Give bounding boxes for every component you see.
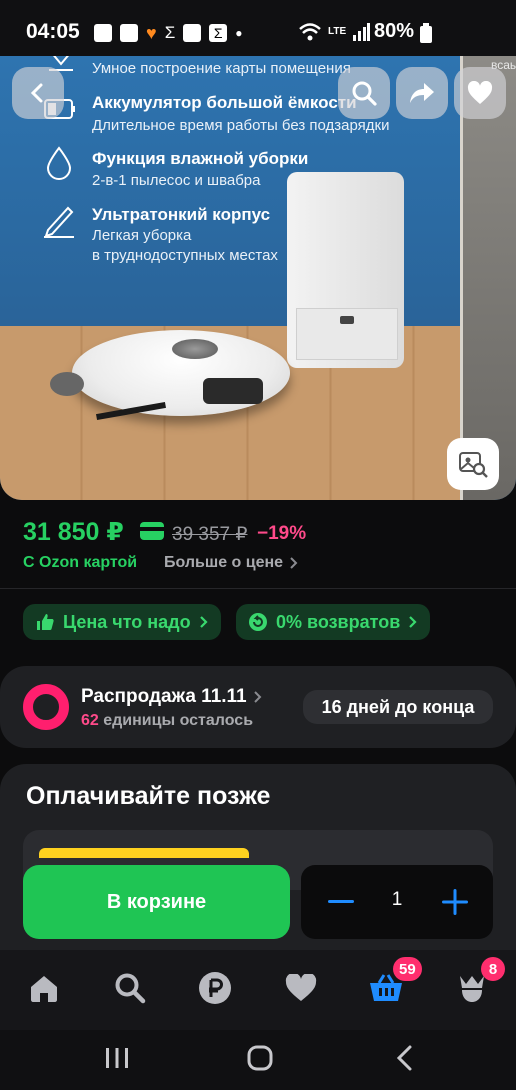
favorite-button[interactable]	[454, 67, 506, 119]
mop-pad-image	[50, 372, 84, 396]
chevron-right-icon	[253, 691, 262, 703]
status-time: 04:05	[26, 20, 80, 43]
sale-progress-ring-icon	[23, 684, 69, 730]
return-icon	[249, 613, 267, 631]
water-drop-icon	[46, 146, 72, 180]
thumbs-up-icon	[37, 614, 54, 630]
feature-subtitle-line: в труднодоступных местах	[92, 247, 278, 264]
ozon-card-icon	[140, 522, 164, 540]
sale-card[interactable]: Распродажа 11.11 62 единицы осталось 16 …	[0, 666, 516, 748]
sale-title-link[interactable]: Распродажа 11.11	[81, 686, 263, 708]
back-nav-icon[interactable]	[394, 1044, 416, 1072]
pay-later-banner	[39, 848, 249, 858]
chevron-left-icon	[30, 83, 43, 103]
home-icon	[31, 976, 57, 1002]
lte-icon: LTE	[328, 26, 347, 37]
discount-badge: −19%	[257, 523, 307, 544]
good-price-chip[interactable]: Цена что надо	[23, 604, 221, 640]
search-icon	[115, 973, 146, 1004]
connectivity-icons: LTE	[298, 22, 371, 42]
image-notification-icon	[183, 24, 202, 42]
tab-favorites[interactable]	[281, 968, 321, 1008]
notification-icons: ♥ Σ Σ ●	[94, 23, 242, 43]
next-image-preview[interactable]: всаь	[460, 56, 516, 500]
sale-title: Распродажа 11.11	[81, 686, 247, 707]
returns-label: 0% возвратов	[276, 611, 401, 632]
home-nav-icon[interactable]	[246, 1044, 274, 1072]
notification-icon	[94, 24, 112, 42]
sale-remaining: 62 единицы осталось	[81, 712, 253, 730]
search-button[interactable]	[338, 67, 390, 119]
feature-title: Аккумулятор большой ёмкости	[92, 93, 357, 112]
sale-remaining-label: единицы осталось	[103, 712, 254, 729]
current-price: 31 850 ₽	[23, 518, 124, 546]
sale-days-left: 16 дней до конца	[303, 690, 493, 724]
quantity-value: 1	[391, 889, 403, 910]
status-bar: 04:05 ♥ Σ Σ ● LTE 80%	[0, 0, 516, 60]
product-image-gallery[interactable]: всаь Умное построение карты помещения Ак…	[0, 56, 516, 500]
signal-icon	[353, 23, 371, 41]
divider	[0, 588, 516, 589]
heart-icon	[285, 974, 317, 1001]
back-button[interactable]	[12, 67, 64, 119]
feature-title: Ультратонкий корпус	[92, 205, 271, 224]
decrease-quantity-button[interactable]	[321, 882, 361, 922]
more-notifications-dot-icon: ●	[235, 26, 243, 40]
pen-icon	[44, 206, 74, 238]
tab-search[interactable]	[110, 968, 150, 1008]
cart-count-badge: 59	[393, 957, 422, 981]
bottom-tab-bar	[0, 950, 516, 1030]
shield-notification-icon	[120, 24, 138, 42]
sigma-notification-icon: Σ	[164, 23, 176, 42]
in-cart-button[interactable]: В корзине	[23, 865, 290, 939]
ruble-icon	[199, 972, 231, 1004]
feature-subtitle: Длительное время работы без подзарядки	[92, 117, 390, 134]
price-details-link[interactable]: Больше о цене	[164, 554, 299, 572]
share-arrow-icon	[410, 83, 434, 103]
heart-icon	[467, 81, 493, 104]
old-price: 39 357 ₽	[172, 524, 248, 545]
feature-subtitle: 2-в-1 пылесос и швабра	[92, 172, 261, 189]
sigma-box-notification-icon: Σ	[209, 24, 228, 42]
feature-partial-subtitle: Умное построение карты помещения	[92, 60, 351, 77]
increase-quantity-button[interactable]	[435, 882, 475, 922]
battery-percent: 80%	[374, 20, 415, 42]
image-search-button[interactable]	[447, 438, 499, 490]
quantity-stepper: 1	[301, 865, 493, 939]
ozon-card-label: С Ozon картой	[23, 554, 138, 571]
feature-title: Функция влажной уборки	[92, 149, 309, 168]
chevron-right-icon	[409, 616, 417, 628]
share-button[interactable]	[396, 67, 448, 119]
robot-bumper-sensor-image	[203, 378, 263, 404]
returns-chip[interactable]: 0% возвратов	[236, 604, 431, 640]
feature-subtitle-line: Легкая уборка	[92, 227, 192, 244]
search-icon	[352, 81, 377, 106]
price-details-label: Больше о цене	[164, 554, 284, 571]
battery-icon	[420, 23, 432, 43]
dock-sensor-image	[340, 316, 354, 324]
minus-icon	[328, 900, 354, 903]
wifi-icon	[299, 23, 321, 41]
plus-icon	[442, 889, 468, 915]
lidar-image	[172, 339, 218, 359]
heart-notification-icon: ♥	[146, 22, 157, 43]
tab-home[interactable]	[24, 968, 64, 1008]
profile-count-badge: 8	[481, 957, 505, 981]
recent-apps-icon[interactable]	[104, 1046, 130, 1070]
chevron-right-icon	[199, 616, 208, 628]
chevron-right-icon	[290, 557, 298, 569]
good-price-label: Цена что надо	[63, 611, 191, 632]
sale-remaining-count: 62	[81, 712, 99, 729]
pay-later-title: Оплачивайте позже	[26, 782, 271, 810]
tab-finance[interactable]	[195, 968, 235, 1008]
image-search-icon	[459, 452, 488, 478]
